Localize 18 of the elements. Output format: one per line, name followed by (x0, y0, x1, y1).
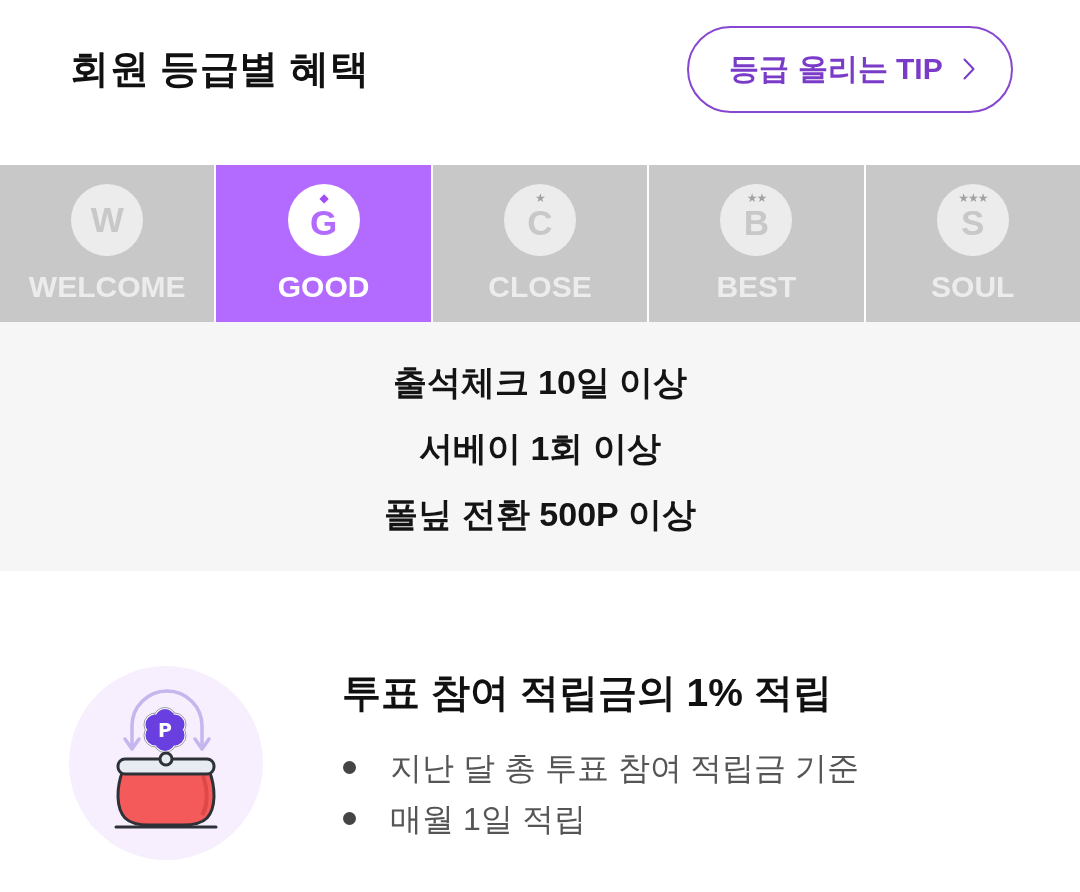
tier-emblem: ★★ (746, 191, 767, 205)
requirement-text: 출석체크 10일 이상 (392, 362, 688, 403)
tier-emblem: ★★★ (958, 191, 988, 205)
coin-purse-icon: P (69, 666, 263, 860)
chevron-right-icon (962, 58, 975, 80)
grade-tip-button[interactable]: 등급 올리는 TIP (687, 25, 1013, 113)
tier-tab[interactable]: ◆ G GOOD (216, 165, 431, 322)
bullet-icon (343, 761, 356, 774)
bullet-icon (343, 812, 356, 825)
requirement-text: 폴닢 전환 500P 이상 (384, 494, 696, 535)
benefit-title: 투표 참여 적립금의 1% 적립 (342, 670, 833, 716)
tier-emblem: ★ (535, 191, 545, 205)
tier-letter: G (309, 203, 338, 242)
page-title: 회원 등급별 혜택 (70, 46, 370, 92)
requirement-text: 서베이 1회 이상 (419, 428, 661, 469)
benefit-detail: 지난 달 총 투표 참여 적립금 기준 (390, 748, 860, 788)
tier-emblem: ◆ (319, 191, 328, 205)
benefit-detail: 매월 1일 적립 (390, 799, 586, 839)
